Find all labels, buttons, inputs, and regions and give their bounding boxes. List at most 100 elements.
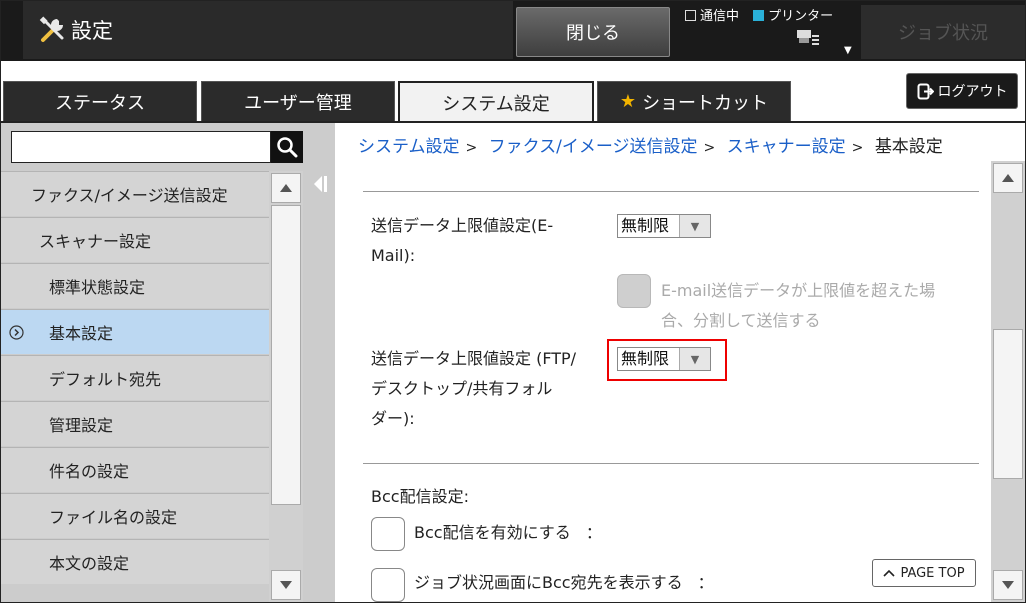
search-button[interactable] (271, 131, 303, 163)
tab-status[interactable]: ステータス (3, 81, 197, 121)
sidebar-item-default-destination[interactable]: デフォルト宛先 (1, 355, 269, 400)
breadcrumb-fax-image-send[interactable]: ファクス/イメージ送信設定 (489, 137, 698, 157)
bcc-show-colon: ： (697, 573, 714, 592)
app-title: 設定 (71, 19, 113, 43)
scroll-up-button[interactable] (993, 163, 1023, 193)
printer-indicator-icon (753, 10, 765, 21)
chevron-down-icon: ▼ (679, 215, 710, 237)
selected-chevron-icon (9, 324, 24, 340)
sidebar-item-basic-settings[interactable]: 基本設定 (1, 309, 269, 354)
sidebar-item-body[interactable]: 本文の設定 (1, 539, 269, 584)
arrow-up-icon (1002, 174, 1014, 182)
tab-user-management[interactable]: ユーザー管理 (201, 81, 395, 121)
sidebar-item-label: デフォルト宛先 (49, 370, 162, 389)
sidebar: ファクス/イメージ送信設定 スキャナー設定 標準状態設定 基本設定 デフォルト宛… (1, 123, 335, 602)
search-icon (277, 137, 298, 158)
title-area: 設定 (23, 1, 513, 59)
email-limit-label-line2: Mail): (371, 246, 416, 265)
comm-indicator-icon (685, 10, 696, 21)
bcc-enable-checkbox[interactable] (371, 517, 405, 551)
sidebar-item-label: 管理設定 (49, 416, 114, 435)
star-icon: ★ (619, 91, 637, 112)
bcc-enable-colon: ： (585, 523, 602, 542)
breadcrumb: システム設定 > ファクス/イメージ送信設定 > スキャナー設定 > 基本設定 (358, 132, 943, 157)
sidebar-item-label: ファイル名の設定 (49, 508, 178, 527)
tools-icon (39, 16, 64, 42)
sidebar-scroll-thumb[interactable] (271, 205, 301, 505)
logout-label: ログアウト (937, 84, 1008, 100)
ftp-limit-label-line3: ダー): (371, 409, 415, 428)
chevron-up-icon (883, 569, 896, 577)
tab-shortcut[interactable]: ★ ショートカット (597, 81, 791, 121)
tab-user-management-label: ユーザー管理 (244, 92, 352, 114)
sidebar-item-label: 件名の設定 (49, 462, 130, 481)
tab-system-settings[interactable]: システム設定 (398, 81, 594, 123)
divider (363, 463, 979, 464)
ftp-limit-label-line2: デスクトップ/共有フォル (371, 379, 553, 398)
sidebar-item-file-name[interactable]: ファイル名の設定 (1, 493, 269, 538)
main-scrollbar[interactable] (991, 161, 1025, 602)
divider (363, 191, 979, 192)
email-limit-value: 無制限 (621, 216, 670, 235)
scroll-up-button[interactable] (271, 173, 301, 203)
status-comm-label: 通信中 (700, 9, 740, 24)
sidebar-item-label: スキャナー設定 (39, 232, 152, 251)
sidebar-item-fax-image-send[interactable]: ファクス/イメージ送信設定 (1, 171, 269, 216)
email-split-label-line2: 合、分割して送信する (661, 311, 821, 330)
bcc-enable-text: Bcc配信を有効にする (414, 523, 571, 542)
job-status-button[interactable]: ジョブ状況 (861, 5, 1025, 59)
collapse-left-icon (314, 176, 327, 192)
email-limit-label-line1: 送信データ上限値設定(E- (371, 216, 554, 235)
bcc-show-checkbox[interactable] (371, 568, 405, 602)
tab-shortcut-label: ショートカット (642, 92, 769, 114)
sidebar-item-scanner[interactable]: スキャナー設定 (1, 217, 269, 262)
breadcrumb-system-settings[interactable]: システム設定 (358, 137, 460, 157)
status-printer: プリンター (753, 5, 833, 24)
breadcrumb-current: 基本設定 (874, 137, 943, 157)
bcc-show-text: ジョブ状況画面にBcc宛先を表示する (414, 573, 683, 592)
breadcrumb-separator: > (703, 140, 716, 156)
sidebar-item-label: 標準状態設定 (49, 278, 146, 297)
arrow-down-icon (280, 581, 292, 589)
sidebar-nav: ファクス/イメージ送信設定 スキャナー設定 標準状態設定 基本設定 デフォルト宛… (1, 171, 269, 602)
logout-button[interactable]: ログアウト (906, 73, 1018, 109)
status-comm: 通信中 (685, 5, 739, 24)
main-scroll-thumb[interactable] (993, 329, 1023, 479)
email-split-label-line1: E-mail送信データが上限値を超えた場 (661, 281, 936, 300)
sidebar-item-default-state[interactable]: 標準状態設定 (1, 263, 269, 308)
collapse-sidebar-button[interactable] (303, 153, 335, 215)
status-indicators: 通信中 プリンター (685, 5, 843, 24)
email-split-checkbox[interactable] (617, 274, 651, 308)
breadcrumb-separator: > (851, 140, 864, 156)
scroll-down-button[interactable] (271, 570, 301, 600)
page-top-label: PAGE TOP (900, 565, 965, 581)
email-limit-select[interactable]: 無制限 ▼ (617, 214, 711, 238)
ftp-limit-label: 送信データ上限値設定 (FTP/ デスクトップ/共有フォル ダー): (371, 344, 576, 434)
close-button[interactable]: 閉じる (516, 7, 670, 57)
logout-icon (917, 83, 934, 99)
scroll-down-button[interactable] (993, 570, 1023, 600)
page-top-button[interactable]: PAGE TOP (872, 559, 976, 587)
sidebar-item-management[interactable]: 管理設定 (1, 401, 269, 446)
status-printer-label: プリンター (768, 9, 834, 24)
sidebar-item-label: 本文の設定 (49, 554, 130, 573)
tab-status-label: ステータス (55, 92, 145, 114)
tab-bar: ステータス ユーザー管理 システム設定 ★ ショートカット (1, 81, 1025, 123)
arrow-up-icon (280, 184, 292, 192)
chevron-down-icon[interactable]: ▼ (844, 45, 852, 56)
ftp-limit-label-line1: 送信データ上限値設定 (FTP/ (371, 349, 577, 368)
highlight-box (607, 339, 727, 381)
sidebar-item-label: ファクス/イメージ送信設定 (31, 186, 228, 205)
breadcrumb-scanner[interactable]: スキャナー設定 (727, 137, 846, 157)
arrow-down-icon (1002, 581, 1014, 589)
sidebar-item-subject[interactable]: 件名の設定 (1, 447, 269, 492)
settings-window: 設定 閉じる 通信中 プリンター ▼ ジョブ状況 ステータス ユーザー管理 シス… (0, 0, 1026, 603)
printer-queue-icon[interactable] (795, 27, 821, 49)
bcc-heading: Bcc配信設定: (371, 487, 469, 506)
search-input[interactable] (11, 131, 271, 163)
header-bar: 設定 閉じる 通信中 プリンター ▼ ジョブ状況 (1, 1, 1025, 61)
bcc-enable-label: Bcc配信を有効にする ： (414, 518, 602, 548)
sidebar-item-label: 基本設定 (49, 324, 114, 343)
email-split-label: E-mail送信データが上限値を超えた場 合、分割して送信する (661, 276, 971, 336)
sidebar-scrollbar[interactable] (269, 171, 303, 602)
